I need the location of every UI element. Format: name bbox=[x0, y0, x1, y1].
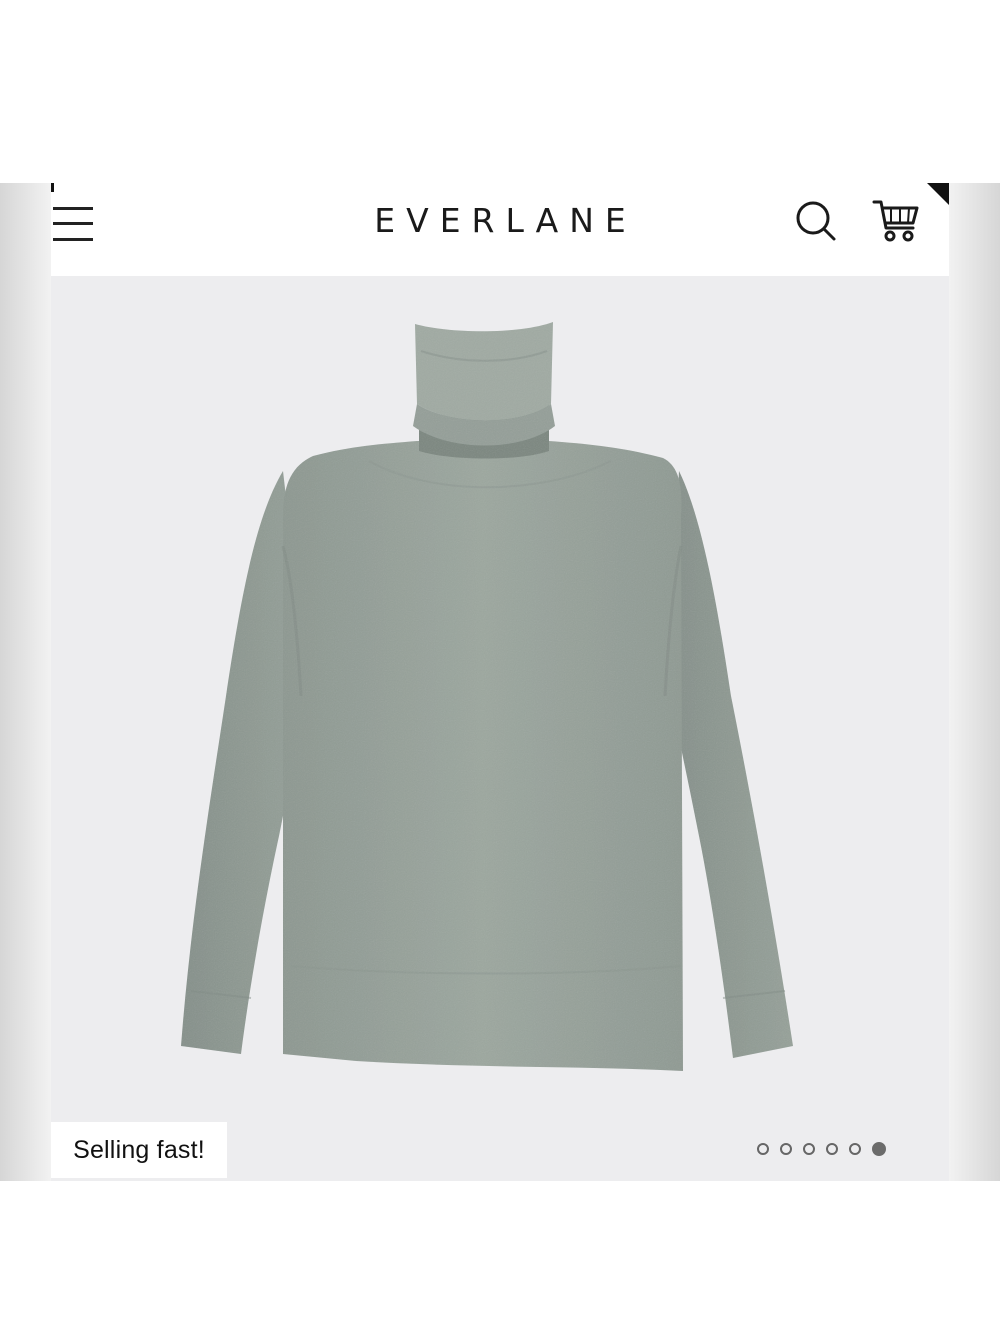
carousel-dot[interactable] bbox=[780, 1143, 792, 1155]
corner-mark bbox=[51, 183, 54, 192]
shopping-cart-icon[interactable] bbox=[871, 198, 921, 244]
app-viewport: EVERLANE Selling fast! bbox=[51, 183, 949, 1181]
carousel-pagination[interactable] bbox=[757, 1142, 886, 1161]
selling-fast-badge: Selling fast! bbox=[51, 1122, 227, 1178]
site-header: EVERLANE bbox=[51, 183, 949, 276]
product-image[interactable] bbox=[51, 276, 949, 1181]
carousel-dot-active[interactable] bbox=[872, 1142, 886, 1156]
search-icon[interactable] bbox=[793, 198, 839, 244]
carousel-dot[interactable] bbox=[803, 1143, 815, 1155]
carousel-dot[interactable] bbox=[826, 1143, 838, 1155]
carousel-dot[interactable] bbox=[849, 1143, 861, 1155]
carousel-dot[interactable] bbox=[757, 1143, 769, 1155]
product-gallery[interactable]: Selling fast! bbox=[51, 276, 949, 1181]
